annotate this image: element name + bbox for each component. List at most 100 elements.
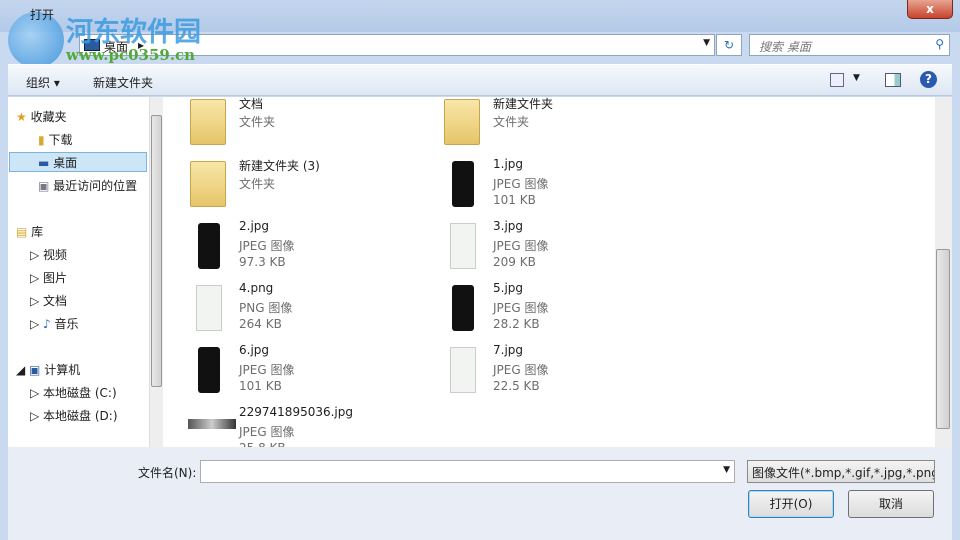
filename-label: 文件名(N): [138,466,197,480]
file-item[interactable]: 2.jpg JPEG 图像 97.3 KB [188,219,438,275]
image-thumbnail-icon [198,347,220,393]
nav-label: 最近访问的位置 [53,179,138,193]
file-type: JPEG 图像 [239,239,295,253]
file-item[interactable]: 4.png PNG 图像 264 KB [188,281,438,337]
nav-label: 本地磁盘 (C:) [43,386,117,400]
nav-label: 视频 [43,248,68,262]
file-name: 229741895036.jpg [239,405,353,419]
file-list: 文档 文件夹 新建文件夹 文件夹 新建文件夹 (3) 文件夹 1.jpg JPEG 图像 101… [163,97,935,447]
filename-input[interactable]: ▼ [200,460,735,483]
file-item[interactable]: 1.jpg JPEG 图像 101 KB [442,157,692,213]
nav-libraries[interactable]: ▤ 库 [16,222,43,242]
file-item[interactable]: 7.jpg JPEG 图像 22.5 KB [442,343,692,399]
new-folder-button[interactable]: 新建文件夹 [93,74,153,91]
image-thumbnail-icon [452,285,474,331]
file-name: 5.jpg [493,281,524,295]
nav-music[interactable]: ▷ ♪ 音乐 [30,314,79,334]
watermark-url: www.pc0359.cn [66,46,196,64]
nav-label: 图片 [43,271,68,285]
file-name: 7.jpg [493,343,524,357]
image-thumbnail-icon [450,347,476,393]
nav-label: 收藏夹 [30,110,67,124]
file-name: 文档 [239,97,264,111]
nav-favorites[interactable]: ★ 收藏夹 [16,107,67,127]
organize-button[interactable]: 组织 ▾ [26,74,60,91]
close-button[interactable]: x [907,0,953,19]
nav-drive-c[interactable]: ▷ 本地磁盘 (C:) [30,383,117,403]
file-item[interactable]: 229741895036.jpgJPEG 图像25.8 KB [188,405,438,447]
nav-drive-d[interactable]: ▷ 本地磁盘 (D:) [30,406,118,426]
file-size: 22.5 KB [493,379,540,393]
nav-videos[interactable]: ▷ 视频 [30,245,67,265]
file-size: 28.2 KB [493,317,540,331]
file-type: JPEG 图像 [493,363,549,377]
nav-pictures[interactable]: ▷ 图片 [30,268,67,288]
file-name: 新建文件夹 [493,97,554,111]
file-item[interactable]: 新建文件夹 文件夹 [442,97,692,151]
folder-icon [190,99,226,145]
nav-documents[interactable]: ▷ 文档 [30,291,67,311]
file-type: JPEG 图像 [493,239,549,253]
file-size: 101 KB [493,193,536,207]
filename-dropdown-icon[interactable]: ▼ [723,465,730,475]
folder-icon [444,99,480,145]
address-dropdown-icon[interactable]: ▼ [703,38,710,48]
file-item[interactable]: 文档 文件夹 [188,97,438,151]
nav-label: 下载 [48,133,73,147]
file-type: JPEG 图像 [239,363,295,377]
file-name: 6.jpg [239,343,270,357]
nav-label: 桌面 [53,156,78,170]
cancel-button[interactable]: 取消 [848,490,934,518]
image-thumbnail-icon [198,223,220,269]
file-type: JPEG 图像 [493,177,549,191]
view-dropdown-icon[interactable]: ▼ [853,73,860,83]
nav-recent[interactable]: ▣ 最近访问的位置 [38,176,137,196]
file-type: 文件夹 [239,115,276,129]
file-type: JPEG 图像 [239,425,295,439]
nav-label: 本地磁盘 (D:) [43,409,118,423]
view-options-icon[interactable] [830,73,844,87]
search-input[interactable]: 搜索 桌面 ⚲ [749,34,950,56]
refresh-button[interactable]: ↻ [716,34,742,56]
watermark-name: 河东软件园 [66,17,201,48]
nav-label: 文档 [43,294,68,308]
file-name: 4.png [239,281,274,295]
nav-label: 库 [31,225,44,239]
file-name: 1.jpg [493,157,524,171]
folder-icon [190,161,226,207]
file-name: 2.jpg [239,219,270,233]
navigation-pane: ★ 收藏夹 ▮ 下载 ▬ 桌面 ▣ 最近访问的位置 ▤ 库 ▷ 视频 ▷ 图片 … [8,97,149,447]
file-size: 101 KB [239,379,282,393]
toolbar: 组织 ▾ 新建文件夹 ▼ ? [8,64,952,96]
help-icon[interactable]: ? [920,71,937,88]
file-item[interactable]: 新建文件夹 (3) 文件夹 [188,157,438,213]
filter-value: 图像文件(*.bmp,*.gif,*.jpg,*.png) [752,466,935,480]
file-type: 文件夹 [493,115,530,129]
search-placeholder: 搜索 桌面 [759,40,811,54]
file-type-filter[interactable]: 图像文件(*.bmp,*.gif,*.jpg,*.png) [747,460,935,483]
file-name: 3.jpg [493,219,524,233]
image-thumbnail-icon [188,419,236,429]
open-button[interactable]: 打开(O) [748,490,834,518]
image-thumbnail-icon [450,223,476,269]
nav-desktop[interactable]: ▬ 桌面 [9,152,147,172]
file-type: 文件夹 [239,177,276,191]
file-type: JPEG 图像 [493,301,549,315]
nav-scrollbar[interactable] [149,97,163,447]
search-icon[interactable]: ⚲ [935,37,944,51]
nav-computer[interactable]: ◢ ▣ 计算机 [16,360,80,380]
file-size: 209 KB [493,255,536,269]
nav-downloads[interactable]: ▮ 下载 [38,130,72,150]
image-thumbnail-icon [452,161,474,207]
content-scrollbar[interactable] [935,97,952,447]
file-item[interactable]: 3.jpg JPEG 图像 209 KB [442,219,692,275]
image-thumbnail-icon [196,285,222,331]
file-type: PNG 图像 [239,301,293,315]
window-title: 打开 [30,8,55,22]
nav-label: 音乐 [54,317,79,331]
file-item[interactable]: 5.jpg JPEG 图像 28.2 KB [442,281,692,337]
nav-label: 计算机 [44,363,81,377]
file-item[interactable]: 6.jpg JPEG 图像 101 KB [188,343,438,399]
preview-pane-icon[interactable] [885,73,901,87]
file-size: 97.3 KB [239,255,286,269]
